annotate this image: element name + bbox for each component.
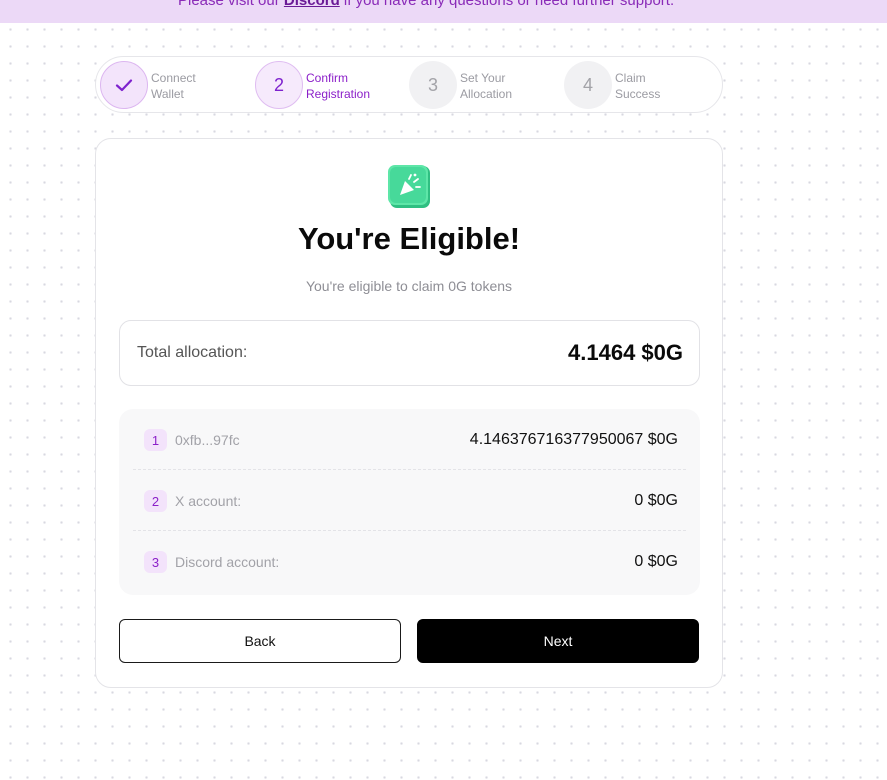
list-item: 2 X account: 0 $0G [133,470,686,531]
step-number: 3 [409,61,457,109]
total-allocation-value: 4.1464 $0G [568,340,683,365]
page-subtitle: You're eligible to claim 0G tokens [305,278,513,294]
row-number-badge: 2 [144,490,167,512]
allocation-breakdown-list: 1 0xfb...97fc 4.146376716377950067 $0G 2… [119,409,700,595]
step-label: Claim Success [615,70,660,102]
step-label-line2: Wallet [151,87,184,101]
discord-account-label: Discord account: [175,554,280,570]
list-item: 3 Discord account: 0 $0G [133,531,686,592]
banner-text: Please visit our Discord if you have any… [178,0,674,9]
step-number: 2 [255,61,303,109]
next-button[interactable]: Next [417,619,699,663]
step-label-line1: Confirm [306,71,349,85]
step-label-line2: Allocation [460,87,513,101]
step-label-line1: Set Your [460,71,506,85]
discord-link[interactable]: Discord [284,0,340,9]
progress-stepper: Connect Wallet 2 Confirm Registration 3 … [95,56,723,113]
row-value: 0 $0G [634,553,678,570]
step-label-line1: Connect [151,71,196,85]
step-label-line2: Success [615,87,661,101]
step-label: Connect Wallet [151,70,196,102]
check-icon [100,61,148,109]
step-label: Set Your Allocation [460,70,512,102]
wallet-address: 0xfb...97fc [175,432,240,448]
list-item: 1 0xfb...97fc 4.146376716377950067 $0G [133,409,686,470]
total-allocation-box: Total allocation: 4.1464 $0G [119,320,700,386]
row-value: 4.146376716377950067 $0G [469,431,678,448]
step-label-line1: Claim [615,71,646,85]
page-title: You're Eligible! [297,221,521,256]
support-banner: Please visit our Discord if you have any… [0,0,887,23]
step-number: 4 [564,61,612,109]
party-popper-icon [387,164,433,210]
banner-text-after: if you have any questions or need furthe… [339,0,675,9]
banner-text-before: Please visit our [178,0,284,9]
step-label-line2: Registration [306,87,371,101]
row-number-badge: 3 [144,551,167,573]
back-button[interactable]: Back [119,619,401,663]
row-number-badge: 1 [144,429,167,451]
x-account-label: X account: [175,493,242,509]
total-allocation-label: Total allocation: [137,344,248,361]
row-value: 0 $0G [634,492,678,509]
eligibility-card: You're Eligible! You're eligible to clai… [95,138,723,688]
step-label: Confirm Registration [306,70,370,102]
